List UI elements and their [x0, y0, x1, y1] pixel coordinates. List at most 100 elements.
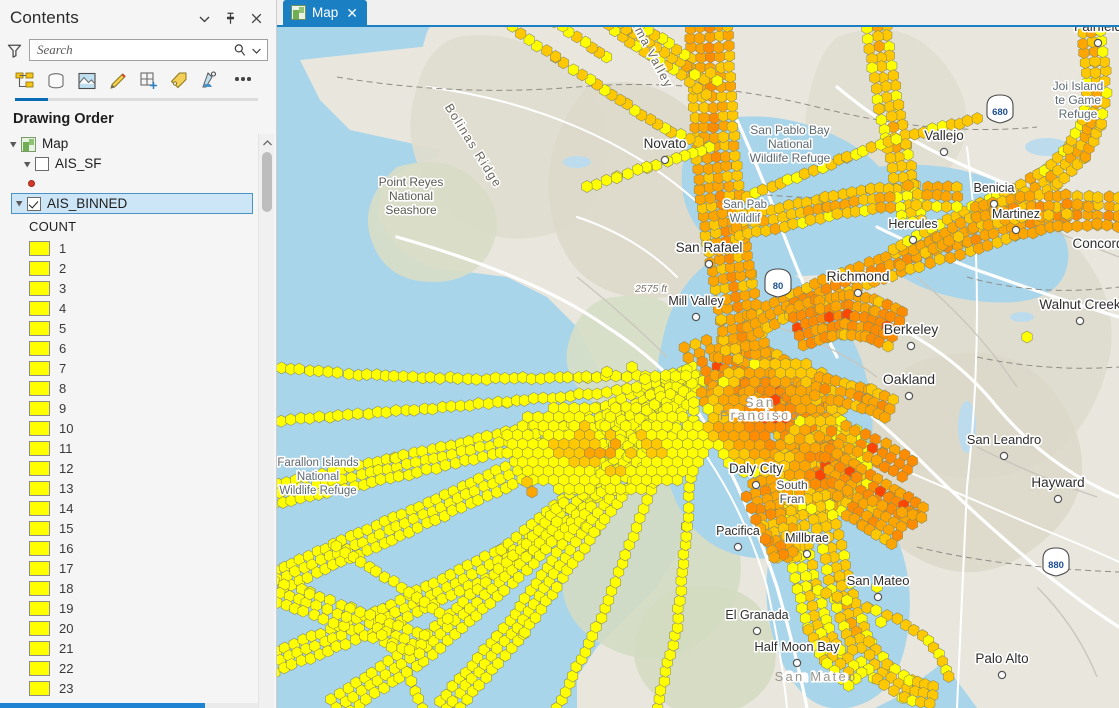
hexbin-cell [728, 280, 740, 294]
legend-item[interactable]: 19 [29, 598, 253, 618]
search-box[interactable] [29, 39, 268, 61]
page-title: Contents [10, 8, 79, 27]
tab-map[interactable]: Map ✕ [283, 0, 367, 25]
legend-item[interactable]: 11 [29, 438, 253, 458]
legend-value: 20 [59, 620, 74, 636]
dot [235, 77, 239, 81]
hexbin-cell [723, 180, 735, 193]
hexbin-cell [601, 365, 613, 379]
legend-item[interactable]: 16 [29, 538, 253, 558]
list-by-data-source-icon[interactable] [45, 70, 67, 92]
hexbin-cell [820, 586, 832, 600]
legend-item[interactable]: 23 [29, 678, 253, 698]
contents-horizontal-scrollbar[interactable] [0, 703, 258, 708]
legend-item[interactable]: 6 [29, 338, 253, 358]
search-dropdown-icon[interactable] [250, 44, 263, 57]
legend-swatch [29, 520, 50, 536]
legend-item[interactable]: 7 [29, 358, 253, 378]
hexbin-cell [683, 501, 695, 515]
hexbin-cell [412, 521, 423, 535]
map-label: Oakland [883, 371, 935, 387]
toc-item-ais-sf[interactable]: AIS_SF [0, 154, 253, 174]
hexbin-cell [450, 456, 462, 470]
close-icon[interactable] [249, 11, 264, 26]
hexbin-cell [971, 112, 983, 125]
list-by-selection-icon[interactable] [76, 70, 98, 92]
legend-item[interactable]: 2 [29, 258, 253, 278]
map-label: Benicia [974, 181, 1015, 195]
layer-visibility-checkbox-ais-sf[interactable] [35, 157, 49, 171]
map-canvas[interactable]: FairfieldFairfieldVallejoVallejoBeniciaB… [277, 27, 1119, 708]
search-input[interactable] [37, 42, 233, 58]
toc-item-map[interactable]: Map [0, 134, 253, 154]
map-label: Walnut Creek [1039, 297, 1119, 312]
hexbin-cell [816, 597, 828, 610]
legend-swatch [29, 620, 50, 636]
scroll-up-icon[interactable] [259, 136, 275, 150]
contents-tree: Map AIS_SF AIS_BINNED COUNT 1 2 3 4 5 6 … [0, 134, 276, 708]
legend-item[interactable]: 20 [29, 618, 253, 638]
svg-text:680: 680 [992, 107, 1008, 118]
hexbin-cell [340, 638, 352, 651]
hexbin-cell [720, 343, 732, 357]
toc-item-ais-binned[interactable]: AIS_BINNED [11, 193, 253, 214]
legend-item[interactable]: 14 [29, 498, 253, 518]
chevron-down-icon[interactable] [197, 11, 212, 26]
highway-shield-icon: 880 [1042, 547, 1070, 577]
map-icon [291, 5, 306, 20]
hexbin-cell [1061, 207, 1073, 221]
hexbin-cell [924, 256, 936, 270]
legend-item[interactable]: 21 [29, 638, 253, 658]
close-icon[interactable]: ✕ [344, 6, 358, 20]
list-by-editing-icon[interactable] [107, 70, 129, 92]
hexbin-cell [875, 201, 887, 214]
hexbin-cell [528, 392, 540, 405]
hexbin-cell [1096, 107, 1108, 121]
list-by-drawing-order-icon[interactable] [14, 70, 36, 92]
legend-item[interactable]: 1 [29, 238, 253, 258]
filter-icon[interactable] [6, 42, 23, 59]
legend-item[interactable]: 17 [29, 558, 253, 578]
legend-item[interactable]: 18 [29, 578, 253, 598]
city-dot-icon [853, 288, 863, 298]
hexbin-cell [912, 187, 924, 201]
legend-item[interactable]: 12 [29, 458, 253, 478]
legend-item[interactable]: 15 [29, 518, 253, 538]
more-options-icon[interactable] [231, 77, 255, 85]
expand-collapse-icon[interactable] [6, 140, 21, 149]
legend-item[interactable]: 3 [29, 278, 253, 298]
list-by-charts-icon[interactable] [200, 70, 222, 92]
map-label: Fairfield [1074, 27, 1119, 34]
hexbin-cell [731, 159, 743, 172]
legend-item[interactable]: 8 [29, 378, 253, 398]
map-label: 2575 ft [634, 283, 668, 295]
hexbin-cell [723, 39, 735, 52]
hexbin-cell [692, 162, 704, 176]
hexbin-cell [819, 382, 831, 396]
list-by-labeling-icon[interactable] [169, 70, 191, 92]
legend-value: 7 [59, 360, 67, 376]
legend-item[interactable]: 22 [29, 658, 253, 678]
layer-visibility-checkbox-ais-binned[interactable] [27, 196, 41, 211]
expand-collapse-icon[interactable] [20, 160, 35, 169]
hexbin-cell [631, 380, 643, 394]
list-by-snapping-icon[interactable] [138, 70, 160, 92]
hexbin-cell [322, 365, 334, 379]
hexbin-cell [544, 371, 556, 384]
pin-icon[interactable] [223, 11, 238, 26]
legend-item[interactable]: 5 [29, 318, 253, 338]
legend-item[interactable]: 13 [29, 478, 253, 498]
legend-item[interactable]: 9 [29, 398, 253, 418]
hexbin-cell [305, 652, 316, 665]
contents-scrollbar[interactable] [258, 134, 274, 708]
legend-swatch [29, 480, 50, 496]
search-icon[interactable] [233, 43, 247, 57]
legend-item[interactable]: 4 [29, 298, 253, 318]
expand-collapse-icon[interactable] [12, 199, 27, 208]
hexbin-cell [884, 190, 896, 204]
hexbin-cell [836, 579, 848, 593]
hexbin-cell [896, 470, 908, 483]
scrollbar-thumb[interactable] [262, 152, 272, 212]
legend-item[interactable]: 10 [29, 418, 253, 438]
hexbin-cell [682, 351, 694, 365]
